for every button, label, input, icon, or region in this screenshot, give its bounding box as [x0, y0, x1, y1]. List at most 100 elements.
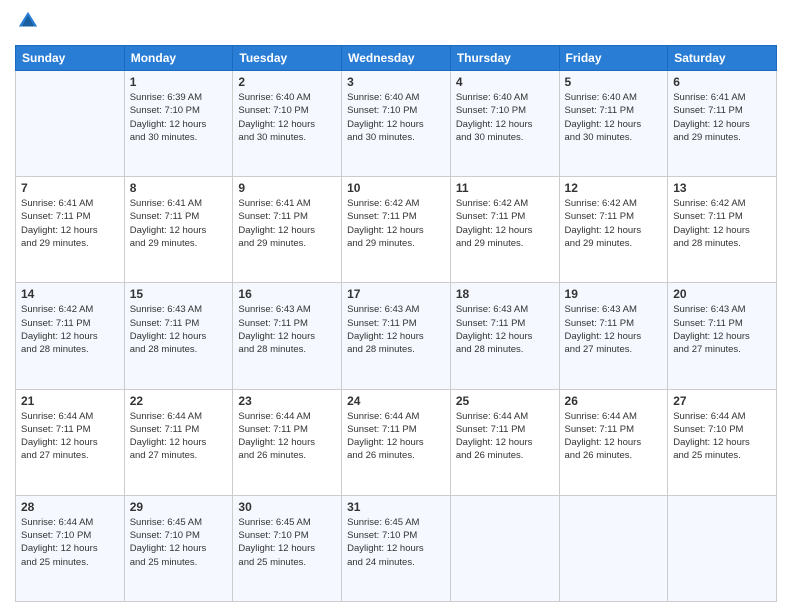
day-number: 10	[347, 181, 445, 195]
calendar-cell: 19 Sunrise: 6:43 AMSunset: 7:11 PMDayligh…	[559, 283, 668, 389]
calendar-cell: 21Sunrise: 6:44 AMSunset: 7:11 PMDayligh…	[16, 389, 125, 495]
day-info: Sunrise: 6:44 AMSunset: 7:11 PMDaylight:…	[347, 410, 445, 463]
calendar-week-5: 28 Sunrise: 6:44 AMSunset: 7:10 PMDayligh…	[16, 495, 777, 601]
calendar-cell: 20 Sunrise: 6:43 AMSunset: 7:11 PMDayligh…	[668, 283, 777, 389]
day-number: 2	[238, 75, 336, 89]
logo-icon	[17, 10, 39, 32]
calendar-cell: 7 Sunrise: 6:41 AMSunset: 7:11 PMDaylight…	[16, 177, 125, 283]
calendar-cell: 9 Sunrise: 6:41 AMSunset: 7:11 PMDaylight…	[233, 177, 342, 283]
day-number: 23	[238, 394, 336, 408]
calendar-header-wednesday: Wednesday	[342, 46, 451, 71]
calendar-header-thursday: Thursday	[450, 46, 559, 71]
calendar-cell: 26 Sunrise: 6:44 AMSunset: 7:11 PMDayligh…	[559, 389, 668, 495]
day-number: 29	[130, 500, 228, 514]
day-info: Sunrise: 6:44 AMSunset: 7:11 PMDaylight:…	[21, 410, 119, 463]
day-number: 3	[347, 75, 445, 89]
day-info: Sunrise: 6:44 AMSunset: 7:11 PMDaylight:…	[130, 410, 228, 463]
day-info: Sunrise: 6:44 AMSunset: 7:10 PMDaylight:…	[21, 516, 119, 569]
day-info: Sunrise: 6:43 AMSunset: 7:11 PMDaylight:…	[673, 303, 771, 356]
calendar-header-monday: Monday	[124, 46, 233, 71]
day-number: 19	[565, 287, 663, 301]
day-info: Sunrise: 6:40 AMSunset: 7:10 PMDaylight:…	[456, 91, 554, 144]
calendar-cell: 28 Sunrise: 6:44 AMSunset: 7:10 PMDayligh…	[16, 495, 125, 601]
day-number: 14	[21, 287, 119, 301]
day-number: 4	[456, 75, 554, 89]
calendar-cell: 14 Sunrise: 6:42 AMSunset: 7:11 PMDayligh…	[16, 283, 125, 389]
day-info: Sunrise: 6:45 AMSunset: 7:10 PMDaylight:…	[130, 516, 228, 569]
calendar-cell: 2 Sunrise: 6:40 AMSunset: 7:10 PMDaylight…	[233, 71, 342, 177]
day-info: Sunrise: 6:42 AMSunset: 7:11 PMDaylight:…	[456, 197, 554, 250]
calendar-week-2: 7 Sunrise: 6:41 AMSunset: 7:11 PMDaylight…	[16, 177, 777, 283]
day-info: Sunrise: 6:43 AMSunset: 7:11 PMDaylight:…	[456, 303, 554, 356]
day-number: 7	[21, 181, 119, 195]
calendar-header-tuesday: Tuesday	[233, 46, 342, 71]
calendar-week-4: 21Sunrise: 6:44 AMSunset: 7:11 PMDayligh…	[16, 389, 777, 495]
day-info: Sunrise: 6:44 AMSunset: 7:11 PMDaylight:…	[456, 410, 554, 463]
calendar-cell: 3Sunrise: 6:40 AMSunset: 7:10 PMDaylight…	[342, 71, 451, 177]
calendar-cell: 5 Sunrise: 6:40 AMSunset: 7:11 PMDaylight…	[559, 71, 668, 177]
calendar-cell: 16Sunrise: 6:43 AMSunset: 7:11 PMDayligh…	[233, 283, 342, 389]
day-info: Sunrise: 6:43 AMSunset: 7:11 PMDaylight:…	[130, 303, 228, 356]
day-number: 15	[130, 287, 228, 301]
day-number: 12	[565, 181, 663, 195]
day-info: Sunrise: 6:44 AMSunset: 7:11 PMDaylight:…	[565, 410, 663, 463]
day-number: 28	[21, 500, 119, 514]
day-info: Sunrise: 6:43 AMSunset: 7:11 PMDaylight:…	[347, 303, 445, 356]
calendar-cell	[450, 495, 559, 601]
day-number: 5	[565, 75, 663, 89]
day-number: 18	[456, 287, 554, 301]
day-info: Sunrise: 6:45 AMSunset: 7:10 PMDaylight:…	[347, 516, 445, 569]
calendar-week-1: 1 Sunrise: 6:39 AMSunset: 7:10 PMDaylight…	[16, 71, 777, 177]
day-info: Sunrise: 6:42 AMSunset: 7:11 PMDaylight:…	[347, 197, 445, 250]
day-number: 1	[130, 75, 228, 89]
calendar-cell	[559, 495, 668, 601]
day-number: 17	[347, 287, 445, 301]
day-info: Sunrise: 6:44 AMSunset: 7:10 PMDaylight:…	[673, 410, 771, 463]
day-info: Sunrise: 6:41 AMSunset: 7:11 PMDaylight:…	[238, 197, 336, 250]
day-number: 27	[673, 394, 771, 408]
day-info: Sunrise: 6:41 AMSunset: 7:11 PMDaylight:…	[130, 197, 228, 250]
calendar-cell: 30Sunrise: 6:45 AMSunset: 7:10 PMDayligh…	[233, 495, 342, 601]
calendar-cell: 25Sunrise: 6:44 AMSunset: 7:11 PMDayligh…	[450, 389, 559, 495]
day-info: Sunrise: 6:42 AMSunset: 7:11 PMDaylight:…	[21, 303, 119, 356]
day-info: Sunrise: 6:42 AMSunset: 7:11 PMDaylight:…	[565, 197, 663, 250]
day-number: 9	[238, 181, 336, 195]
calendar-cell: 31 Sunrise: 6:45 AMSunset: 7:10 PMDayligh…	[342, 495, 451, 601]
calendar-cell: 12 Sunrise: 6:42 AMSunset: 7:11 PMDayligh…	[559, 177, 668, 283]
calendar-header-saturday: Saturday	[668, 46, 777, 71]
calendar-cell	[668, 495, 777, 601]
day-number: 13	[673, 181, 771, 195]
day-info: Sunrise: 6:40 AMSunset: 7:10 PMDaylight:…	[238, 91, 336, 144]
header	[15, 10, 777, 37]
calendar-cell: 6 Sunrise: 6:41 AMSunset: 7:11 PMDaylight…	[668, 71, 777, 177]
day-number: 20	[673, 287, 771, 301]
day-number: 30	[238, 500, 336, 514]
day-number: 26	[565, 394, 663, 408]
calendar-cell: 11Sunrise: 6:42 AMSunset: 7:11 PMDayligh…	[450, 177, 559, 283]
calendar-week-3: 14 Sunrise: 6:42 AMSunset: 7:11 PMDayligh…	[16, 283, 777, 389]
logo	[15, 10, 41, 37]
calendar-cell: 24 Sunrise: 6:44 AMSunset: 7:11 PMDayligh…	[342, 389, 451, 495]
day-number: 31	[347, 500, 445, 514]
calendar-cell: 17 Sunrise: 6:43 AMSunset: 7:11 PMDayligh…	[342, 283, 451, 389]
calendar-cell: 27 Sunrise: 6:44 AMSunset: 7:10 PMDayligh…	[668, 389, 777, 495]
day-info: Sunrise: 6:42 AMSunset: 7:11 PMDaylight:…	[673, 197, 771, 250]
day-info: Sunrise: 6:41 AMSunset: 7:11 PMDaylight:…	[21, 197, 119, 250]
day-number: 24	[347, 394, 445, 408]
calendar-header-friday: Friday	[559, 46, 668, 71]
day-number: 6	[673, 75, 771, 89]
day-info: Sunrise: 6:39 AMSunset: 7:10 PMDaylight:…	[130, 91, 228, 144]
day-info: Sunrise: 6:43 AMSunset: 7:11 PMDaylight:…	[565, 303, 663, 356]
calendar-cell: 4 Sunrise: 6:40 AMSunset: 7:10 PMDaylight…	[450, 71, 559, 177]
calendar-cell: 8 Sunrise: 6:41 AMSunset: 7:11 PMDaylight…	[124, 177, 233, 283]
calendar-cell: 29 Sunrise: 6:45 AMSunset: 7:10 PMDayligh…	[124, 495, 233, 601]
calendar-header-sunday: Sunday	[16, 46, 125, 71]
calendar-table: SundayMondayTuesdayWednesdayThursdayFrid…	[15, 45, 777, 602]
day-number: 16	[238, 287, 336, 301]
calendar-cell: 18 Sunrise: 6:43 AMSunset: 7:11 PMDayligh…	[450, 283, 559, 389]
calendar-cell: 13 Sunrise: 6:42 AMSunset: 7:11 PMDayligh…	[668, 177, 777, 283]
calendar-cell: 15 Sunrise: 6:43 AMSunset: 7:11 PMDayligh…	[124, 283, 233, 389]
day-info: Sunrise: 6:41 AMSunset: 7:11 PMDaylight:…	[673, 91, 771, 144]
day-info: Sunrise: 6:40 AMSunset: 7:11 PMDaylight:…	[565, 91, 663, 144]
day-number: 8	[130, 181, 228, 195]
